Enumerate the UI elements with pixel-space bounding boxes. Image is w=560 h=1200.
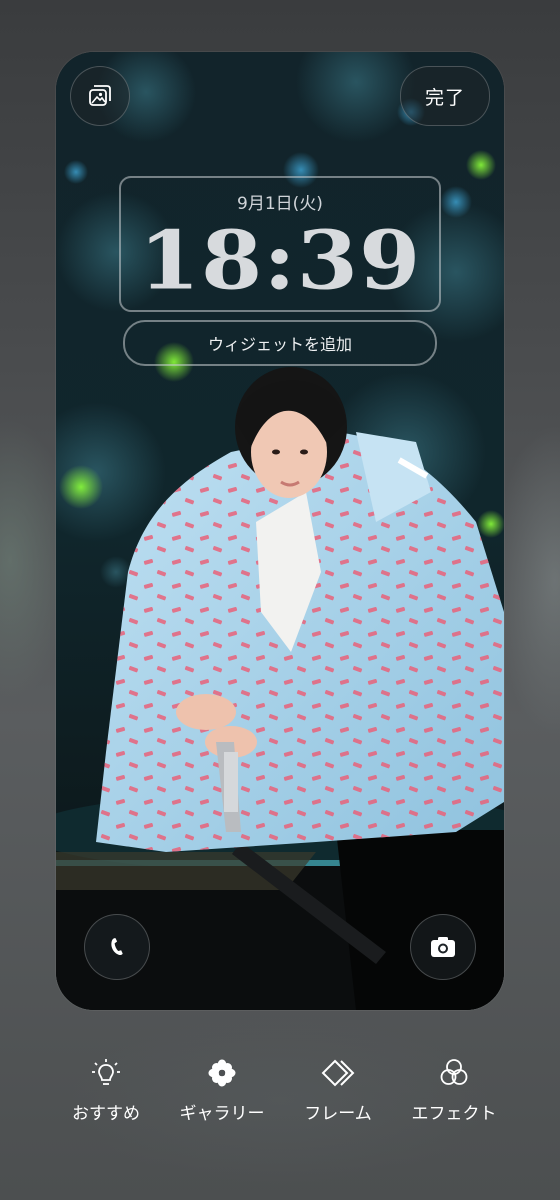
add-widget-label: ウィジェットを追加 [207,335,352,354]
flower-icon [208,1059,236,1087]
frame-icon [321,1059,355,1087]
tab-recommended-label: おすすめ [72,1104,140,1124]
tab-effects-label: エフェクト [411,1104,497,1124]
camera-shortcut-button[interactable] [410,914,476,980]
tab-frame-label: フレーム [304,1104,372,1124]
lightbulb-icon [92,1059,120,1085]
effects-icon [440,1059,468,1085]
lockscreen-date: 9月1日(火) [237,194,323,214]
done-button[interactable]: 完了 [400,66,490,126]
editor-toolbar: おすすめ ギャラリー フレーム エフェクト [0,1055,560,1145]
tab-gallery-label: ギャラリー [179,1104,265,1124]
lockscreen-time: 18:39 [138,212,422,308]
lockscreen-preview[interactable]: 完了 9月1日(火) 18:39 ウィジェットを追加 [56,52,504,1010]
add-widget-button[interactable]: ウィジェットを追加 [123,320,437,366]
done-label: 完了 [424,86,465,109]
clock-area[interactable]: 9月1日(火) 18:39 [119,176,441,312]
phone-icon [111,938,123,956]
camera-icon [431,937,455,957]
tab-effects[interactable]: エフェクト [394,1055,514,1124]
photo-icon [89,85,111,106]
photo-library-button[interactable] [70,66,130,126]
tab-gallery[interactable]: ギャラリー [162,1055,282,1124]
tab-recommended[interactable]: おすすめ [46,1055,166,1124]
tab-frame[interactable]: フレーム [278,1055,398,1124]
phone-shortcut-button[interactable] [84,914,150,980]
